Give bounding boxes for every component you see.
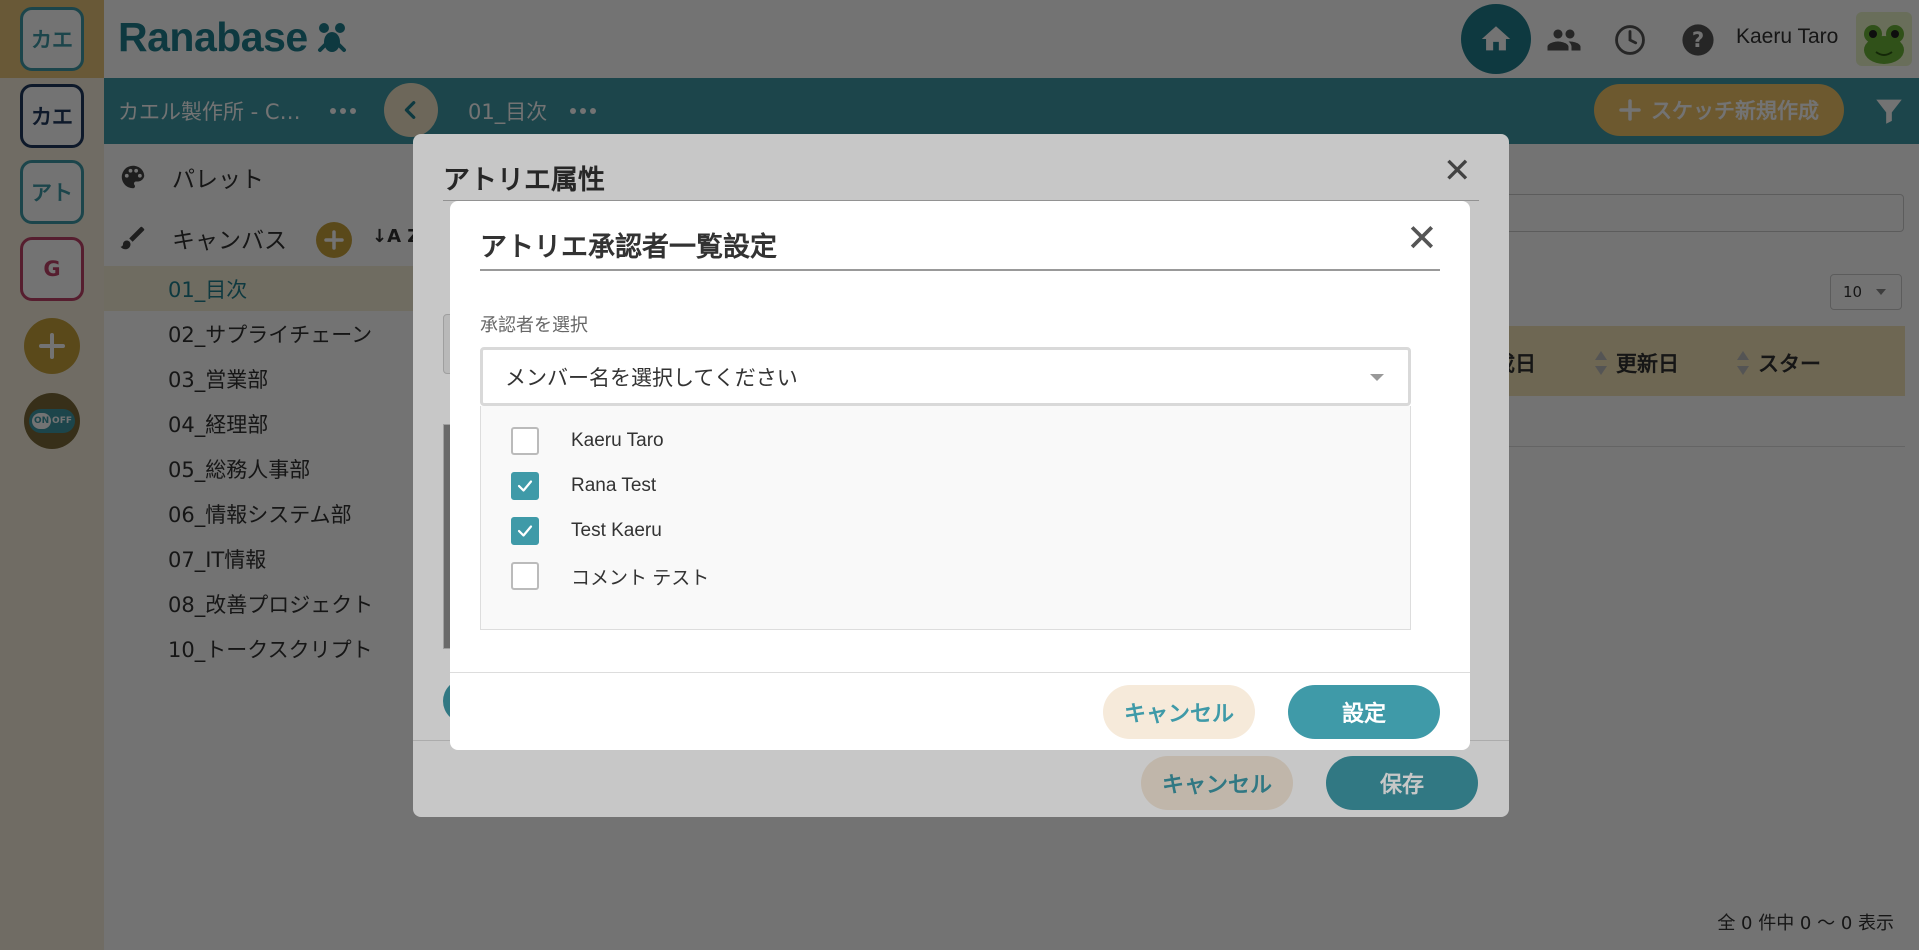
member-option-label: Kaeru Taro [571, 430, 664, 451]
checkbox[interactable] [511, 427, 539, 455]
footer-divider [450, 672, 1470, 673]
check-icon [517, 480, 533, 492]
checkbox-checked[interactable] [511, 472, 539, 500]
approver-select-label: 承認者を選択 [480, 315, 588, 336]
member-option-label: Rana Test [571, 475, 657, 496]
member-select-placeholder: メンバー名を選択してください [505, 365, 798, 390]
check-icon [517, 525, 533, 537]
checkbox[interactable] [511, 562, 539, 590]
dialog-title: アトリエ承認者一覧設定 [480, 232, 777, 263]
checkbox-checked[interactable] [511, 517, 539, 545]
member-option[interactable]: コメント テスト [511, 561, 709, 591]
member-option[interactable]: Test Kaeru [511, 516, 662, 546]
title-divider [480, 269, 1440, 271]
cancel-button[interactable]: キャンセル [1103, 685, 1255, 739]
member-select[interactable]: メンバー名を選択してください [480, 347, 1411, 406]
member-option-label: コメント テスト [571, 567, 710, 589]
approver-settings-dialog: アトリエ承認者一覧設定 ✕ 承認者を選択 メンバー名を選択してください Kaer… [450, 201, 1470, 750]
member-option[interactable]: Kaeru Taro [511, 426, 664, 456]
member-option-label: Test Kaeru [571, 520, 662, 541]
member-option-list: Kaeru Taro Rana Test Test Kaeru コメント テスト [480, 406, 1411, 630]
close-icon[interactable]: ✕ [1406, 219, 1438, 257]
chevron-down-icon [1370, 374, 1384, 381]
submit-button[interactable]: 設定 [1288, 685, 1440, 739]
member-option[interactable]: Rana Test [511, 471, 656, 501]
